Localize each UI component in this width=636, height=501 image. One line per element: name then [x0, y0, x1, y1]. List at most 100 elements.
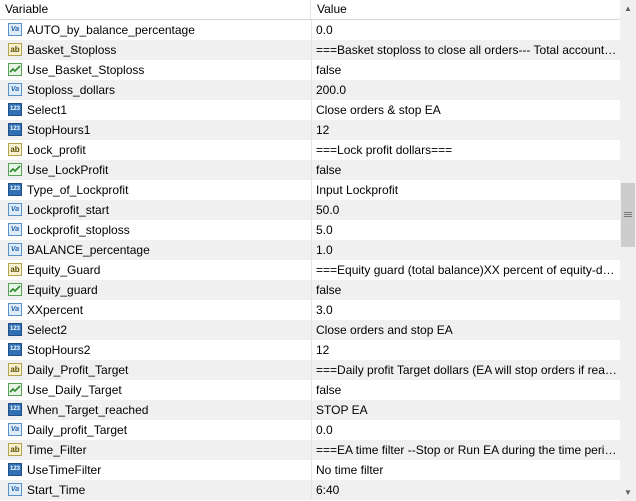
scroll-down-arrow-icon[interactable]: ▼	[620, 484, 636, 501]
inputs-grid: Variable Value Va AUTO_by_balance_percent…	[0, 0, 620, 501]
variable-name: XXpercent	[27, 303, 84, 317]
integer-type-icon: 123	[8, 463, 22, 476]
column-header-value[interactable]: Value	[312, 0, 620, 19]
variable-value[interactable]: 50.0	[316, 200, 618, 220]
string-type-icon: ab	[8, 263, 22, 276]
double-type-icon: Va	[8, 223, 22, 236]
table-row[interactable]: Equity_guard false	[0, 280, 620, 300]
variable-value[interactable]: Input Lockprofit	[316, 180, 618, 200]
table-row[interactable]: 123 StopHours1 12	[0, 120, 620, 140]
table-row[interactable]: Va BALANCE_percentage 1.0	[0, 240, 620, 260]
boolean-type-icon	[8, 63, 22, 76]
variable-value[interactable]: No time filter	[316, 460, 618, 480]
variable-name: Lockprofit_start	[27, 203, 110, 217]
table-row[interactable]: Va XXpercent 3.0	[0, 300, 620, 320]
variable-value[interactable]: Close orders and stop EA	[316, 320, 618, 340]
variable-value[interactable]: ===EA time filter --Stop or Run EA durin…	[316, 440, 618, 460]
table-row[interactable]: ab Daily_Profit_Target ===Daily profit Tar…	[0, 360, 620, 380]
table-row[interactable]: Use_Basket_Stoploss false	[0, 60, 620, 80]
table-row[interactable]: 123 When_Target_reached STOP EA	[0, 400, 620, 420]
table-row[interactable]: Va Lockprofit_stoploss 5.0	[0, 220, 620, 240]
integer-type-icon: 123	[8, 403, 22, 416]
table-row[interactable]: Use_LockProfit false	[0, 160, 620, 180]
double-type-icon: Va	[8, 483, 22, 496]
variable-value[interactable]: Close orders & stop EA	[316, 100, 618, 120]
table-row[interactable]: Va Stoploss_dollars 200.0	[0, 80, 620, 100]
variable-name: Lockprofit_stoploss	[27, 223, 130, 237]
variable-name: Start_Time	[27, 483, 86, 497]
variable-name: Equity_guard	[27, 283, 98, 297]
variable-name: Use_LockProfit	[27, 163, 109, 177]
variable-name: StopHours2	[27, 343, 91, 357]
integer-type-icon: 123	[8, 103, 22, 116]
double-type-icon: Va	[8, 243, 22, 256]
table-row[interactable]: ab Equity_Guard ===Equity guard (total bal…	[0, 260, 620, 280]
variable-name: Type_of_Lockprofit	[27, 183, 129, 197]
variable-value[interactable]: STOP EA	[316, 400, 618, 420]
variable-name: BALANCE_percentage	[27, 243, 150, 257]
variable-name: StopHours1	[27, 123, 91, 137]
grid-rows: Va AUTO_by_balance_percentage 0.0 ab Basket_…	[0, 20, 620, 500]
double-type-icon: Va	[8, 203, 22, 216]
variable-name: When_Target_reached	[27, 403, 149, 417]
table-row[interactable]: Use_Daily_Target false	[0, 380, 620, 400]
variable-value[interactable]: ===Daily profit Target dollars (EA will …	[316, 360, 618, 380]
table-row[interactable]: Va Daily_profit_Target 0.0	[0, 420, 620, 440]
integer-type-icon: 123	[8, 183, 22, 196]
double-type-icon: Va	[8, 83, 22, 96]
table-row[interactable]: 123 StopHours2 12	[0, 340, 620, 360]
variable-value[interactable]: 3.0	[316, 300, 618, 320]
variable-value[interactable]: 5.0	[316, 220, 618, 240]
vertical-scrollbar[interactable]: ▲ ▼	[620, 0, 636, 501]
table-row[interactable]: ab Lock_profit ===Lock profit dollars===	[0, 140, 620, 160]
variable-value[interactable]: ===Lock profit dollars===	[316, 140, 618, 160]
string-type-icon: ab	[8, 43, 22, 56]
variable-value[interactable]: 12	[316, 120, 618, 140]
variable-value[interactable]: 0.0	[316, 420, 618, 440]
variable-name: Stoploss_dollars	[27, 83, 116, 97]
table-row[interactable]: ab Time_Filter ===EA time filter --Stop or…	[0, 440, 620, 460]
table-row[interactable]: 123 Type_of_Lockprofit Input Lockprofit	[0, 180, 620, 200]
string-type-icon: ab	[8, 363, 22, 376]
variable-name: Use_Daily_Target	[27, 383, 122, 397]
string-type-icon: ab	[8, 143, 22, 156]
table-row[interactable]: 123 UseTimeFilter No time filter	[0, 460, 620, 480]
boolean-type-icon	[8, 283, 22, 296]
table-row[interactable]: Va Start_Time 6:40	[0, 480, 620, 500]
table-row[interactable]: Va Lockprofit_start 50.0	[0, 200, 620, 220]
variable-name: Daily_profit_Target	[27, 423, 128, 437]
integer-type-icon: 123	[8, 343, 22, 356]
variable-name: Lock_profit	[27, 143, 86, 157]
variable-name: Use_Basket_Stoploss	[27, 63, 145, 77]
table-row[interactable]: Va AUTO_by_balance_percentage 0.0	[0, 20, 620, 40]
variable-value[interactable]: 200.0	[316, 80, 618, 100]
variable-value[interactable]: ===Basket stoploss to close all orders--…	[316, 40, 618, 60]
variable-value[interactable]: 6:40	[316, 480, 618, 500]
integer-type-icon: 123	[8, 323, 22, 336]
table-row[interactable]: ab Basket_Stoploss ===Basket stoploss to c…	[0, 40, 620, 60]
variable-value[interactable]: ===Equity guard (total balance)XX percen…	[316, 260, 618, 280]
variable-name: UseTimeFilter	[27, 463, 102, 477]
variable-name: AUTO_by_balance_percentage	[27, 23, 195, 37]
variable-name: Basket_Stoploss	[27, 43, 117, 57]
variable-name: Time_Filter	[27, 443, 87, 457]
variable-name: Equity_Guard	[27, 263, 101, 277]
scrollbar-thumb[interactable]	[621, 183, 635, 247]
variable-name: Select1	[27, 103, 68, 117]
table-row[interactable]: 123 Select2 Close orders and stop EA	[0, 320, 620, 340]
variable-value[interactable]: false	[316, 160, 618, 180]
variable-name: Daily_Profit_Target	[27, 363, 129, 377]
variable-value[interactable]: 1.0	[316, 240, 618, 260]
variable-value[interactable]: false	[316, 280, 618, 300]
integer-type-icon: 123	[8, 123, 22, 136]
variable-value[interactable]: false	[316, 380, 618, 400]
string-type-icon: ab	[8, 443, 22, 456]
double-type-icon: Va	[8, 423, 22, 436]
variable-value[interactable]: false	[316, 60, 618, 80]
table-row[interactable]: 123 Select1 Close orders & stop EA	[0, 100, 620, 120]
variable-value[interactable]: 12	[316, 340, 618, 360]
grid-header: Variable Value	[0, 0, 620, 20]
column-header-variable[interactable]: Variable	[0, 0, 311, 19]
variable-value[interactable]: 0.0	[316, 20, 618, 40]
scroll-up-arrow-icon[interactable]: ▲	[620, 0, 636, 17]
